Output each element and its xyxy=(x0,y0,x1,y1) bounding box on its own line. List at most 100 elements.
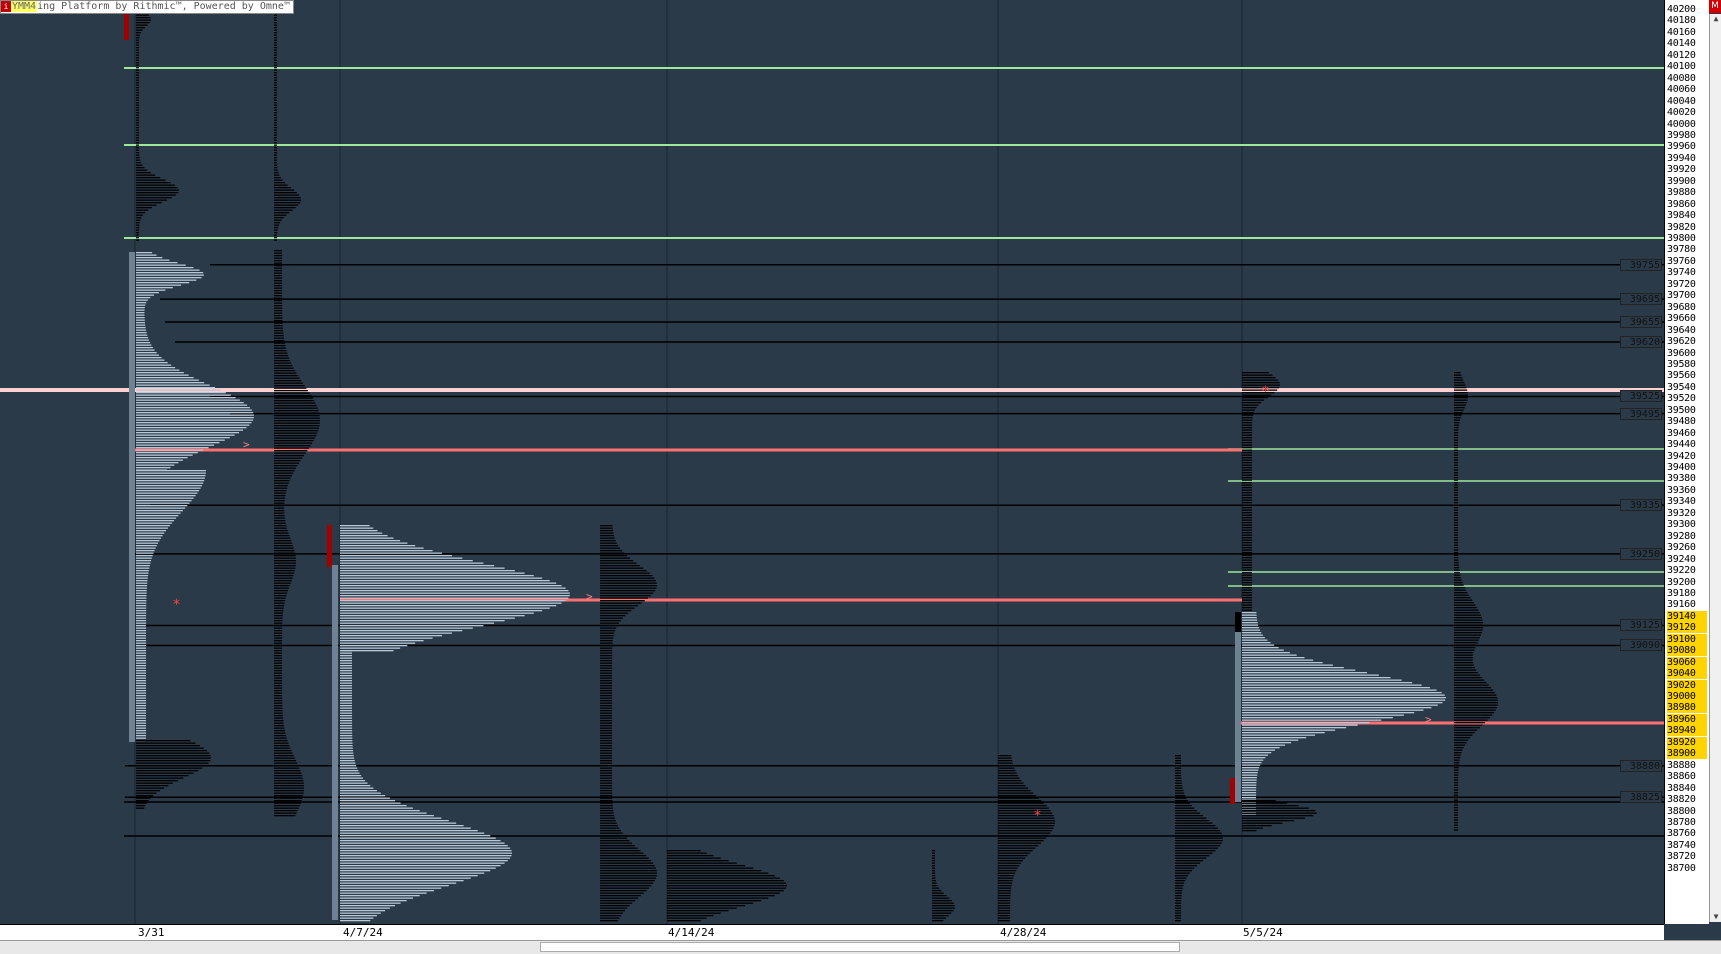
profile-row xyxy=(136,97,139,99)
profile-row xyxy=(136,615,147,617)
profile-row xyxy=(600,572,650,574)
tpo-profile xyxy=(136,12,179,241)
profile-row xyxy=(274,480,290,482)
profile-row xyxy=(340,695,353,697)
profile-row xyxy=(274,222,281,224)
price-axis[interactable]: 40200 40180 40160 40140 40120 40100 40080 40060… xyxy=(1664,0,1709,924)
profile-row xyxy=(1242,379,1279,381)
profile-row xyxy=(274,672,283,674)
profile-row xyxy=(998,857,1026,859)
vertical-scrollbar[interactable]: ▲ ▼ xyxy=(1709,14,1721,922)
profile-row xyxy=(274,132,277,134)
app-icon[interactable]: i xyxy=(1,1,11,12)
profile-row xyxy=(1242,454,1252,456)
profile-row xyxy=(274,700,283,702)
profile-row xyxy=(136,42,140,44)
profile-row xyxy=(1454,397,1468,399)
profile-row xyxy=(274,382,303,384)
profile-row xyxy=(1454,559,1459,561)
profile-row xyxy=(274,270,283,272)
profile-row xyxy=(136,197,172,199)
price-label: 39380 xyxy=(1667,473,1696,485)
scroll-down-icon[interactable]: ▼ xyxy=(1711,912,1721,922)
profile-row xyxy=(1454,447,1459,449)
price-label: 39260 xyxy=(1667,542,1696,554)
profile-row xyxy=(274,802,301,804)
profile-row xyxy=(1454,444,1459,446)
profile-row xyxy=(667,870,762,872)
profile-row xyxy=(600,895,641,897)
scroll-thumb[interactable] xyxy=(540,942,1180,952)
profile-row xyxy=(600,557,630,559)
profile-row xyxy=(600,850,641,852)
profile-row xyxy=(1454,454,1459,456)
profile-row xyxy=(600,762,613,764)
profile-row xyxy=(274,757,295,759)
profile-row xyxy=(340,685,353,687)
profile-row xyxy=(600,837,628,839)
profile-row xyxy=(274,325,283,327)
profile-row xyxy=(340,882,457,884)
profile-row xyxy=(932,867,936,869)
profile-row xyxy=(274,39,277,41)
profile-row xyxy=(136,367,176,369)
chart-area[interactable]: * * * > > > 39755 39695 39655 39620 39525 39495 393… xyxy=(0,0,1664,924)
profile-row xyxy=(600,897,638,899)
market-profile-chart[interactable]: ***>>> xyxy=(0,0,1664,924)
profile-row xyxy=(136,432,240,434)
profile-row xyxy=(274,800,302,802)
profile-row xyxy=(1454,644,1477,646)
value-area-bar xyxy=(332,565,338,920)
profile-row xyxy=(136,587,147,589)
profile-row xyxy=(274,772,302,774)
scroll-up-icon[interactable]: ▲ xyxy=(1711,14,1721,24)
level-price-tag: 39125 xyxy=(1620,619,1662,632)
profile-row xyxy=(1242,722,1370,724)
profile-row xyxy=(274,37,277,39)
profile-row xyxy=(1242,679,1402,681)
profile-row xyxy=(600,545,619,547)
profile-row xyxy=(340,672,353,674)
profile-row xyxy=(600,630,616,632)
profile-row xyxy=(136,164,143,166)
profile-row xyxy=(274,99,277,101)
profile-row xyxy=(600,735,612,737)
profile-row xyxy=(1242,414,1254,416)
profile-row xyxy=(1175,792,1185,794)
profile-row xyxy=(274,520,286,522)
profile-row xyxy=(667,885,787,887)
profile-row xyxy=(1242,629,1260,631)
profile-row xyxy=(274,612,284,614)
profile-row xyxy=(136,399,240,401)
profile-row xyxy=(340,535,388,537)
profile-row xyxy=(274,92,277,94)
profile-row xyxy=(136,427,247,429)
profile-row xyxy=(600,827,620,829)
profile-row xyxy=(136,92,139,94)
profile-row xyxy=(998,827,1054,829)
profile-row xyxy=(136,537,161,539)
profile-row xyxy=(1242,672,1367,674)
profile-row xyxy=(274,440,314,442)
price-label: 39280 xyxy=(1667,530,1696,542)
profile-row xyxy=(136,472,206,474)
profile-row xyxy=(136,202,162,204)
profile-row xyxy=(340,652,352,654)
profile-row xyxy=(340,645,408,647)
profile-row xyxy=(136,59,139,61)
profile-row xyxy=(340,670,353,672)
profile-row xyxy=(600,550,623,552)
profile-row xyxy=(136,765,206,767)
profile-row xyxy=(136,567,150,569)
profile-row xyxy=(136,29,143,31)
profile-row xyxy=(340,660,352,662)
price-label: 38840 xyxy=(1667,782,1696,794)
profile-row xyxy=(136,617,147,619)
price-label: 40120 xyxy=(1667,49,1696,61)
profile-row xyxy=(340,705,353,707)
profile-row xyxy=(600,907,628,909)
horizontal-scrollbar[interactable] xyxy=(0,940,1721,954)
profile-row xyxy=(1175,762,1182,764)
menu-button[interactable]: M xyxy=(1709,0,1721,13)
profile-row xyxy=(340,825,464,827)
